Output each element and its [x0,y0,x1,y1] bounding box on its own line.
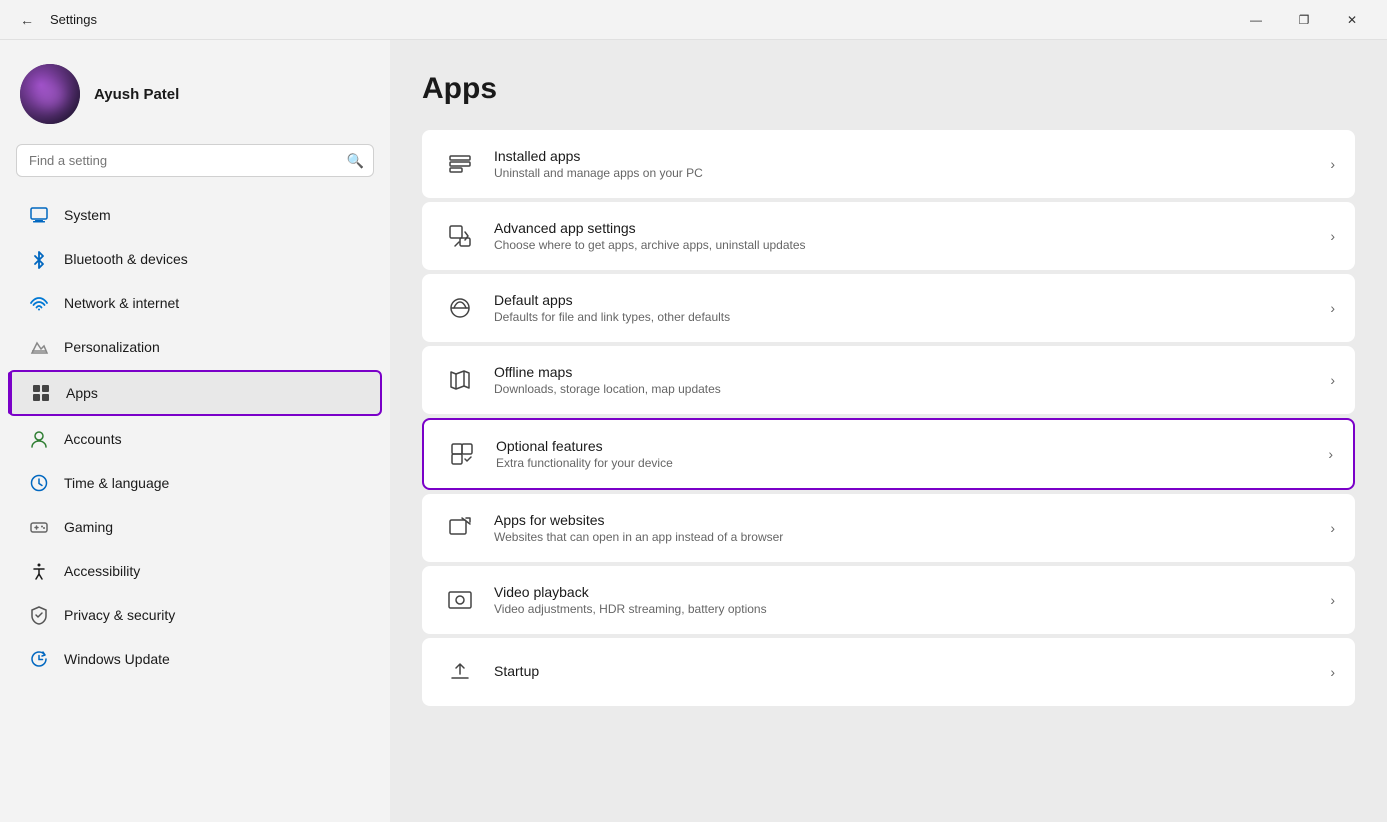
settings-item-apps-websites[interactable]: Apps for websites Websites that can open… [422,494,1355,562]
video-playback-icon [442,582,478,618]
titlebar: ← Settings — ❐ ✕ [0,0,1387,40]
startup-text: Startup [494,663,1314,681]
gaming-icon [28,516,50,538]
optional-features-title: Optional features [496,438,1312,454]
settings-item-advanced-app[interactable]: Advanced app settings Choose where to ge… [422,202,1355,270]
offline-maps-desc: Downloads, storage location, map updates [494,382,1314,396]
sidebar-item-accessibility[interactable]: Accessibility [8,550,382,592]
sidebar-item-gaming[interactable]: Gaming [8,506,382,548]
sidebar-item-privacy[interactable]: Privacy & security [8,594,382,636]
default-apps-icon [442,290,478,326]
advanced-app-desc: Choose where to get apps, archive apps, … [494,238,1314,252]
offline-maps-chevron: › [1330,372,1335,388]
apps-websites-chevron: › [1330,520,1335,536]
installed-apps-title: Installed apps [494,148,1314,164]
content-area: Apps Installed apps Uninstall and manage… [390,40,1387,822]
settings-item-default-apps[interactable]: Default apps Defaults for file and link … [422,274,1355,342]
video-playback-chevron: › [1330,592,1335,608]
apps-websites-icon [442,510,478,546]
personalization-icon [28,336,50,358]
titlebar-title: Settings [50,12,97,27]
search-input[interactable] [16,144,374,177]
default-apps-desc: Defaults for file and link types, other … [494,310,1314,324]
video-playback-text: Video playback Video adjustments, HDR st… [494,584,1314,616]
time-icon [28,472,50,494]
default-apps-chevron: › [1330,300,1335,316]
sidebar-item-personalization[interactable]: Personalization [8,326,382,368]
sidebar-item-system[interactable]: System [8,194,382,236]
privacy-icon [28,604,50,626]
sidebar-item-label-apps: Apps [66,385,98,401]
optional-features-chevron: › [1328,446,1333,462]
system-icon [28,204,50,226]
default-apps-title: Default apps [494,292,1314,308]
back-button[interactable]: ← [12,5,42,35]
advanced-app-icon [442,218,478,254]
profile-section: Ayush Patel [0,56,390,144]
sidebar-item-update[interactable]: Windows Update [8,638,382,680]
profile-name: Ayush Patel [94,86,179,103]
video-playback-desc: Video adjustments, HDR streaming, batter… [494,602,1314,616]
sidebar-item-label-update: Windows Update [64,651,170,667]
sidebar-item-bluetooth[interactable]: Bluetooth & devices [8,238,382,280]
optional-features-desc: Extra functionality for your device [496,456,1312,470]
main-layout: Ayush Patel 🔍 System [0,40,1387,822]
startup-title: Startup [494,663,1314,679]
update-icon [28,648,50,670]
offline-maps-title: Offline maps [494,364,1314,380]
settings-list: Installed apps Uninstall and manage apps… [422,130,1355,706]
apps-websites-text: Apps for websites Websites that can open… [494,512,1314,544]
sidebar-item-label-network: Network & internet [64,295,179,311]
apps-icon [30,382,52,404]
search-box: 🔍 [16,144,374,177]
window-controls: — ❐ ✕ [1233,4,1375,36]
settings-item-video-playback[interactable]: Video playback Video adjustments, HDR st… [422,566,1355,634]
settings-item-offline-maps[interactable]: Offline maps Downloads, storage location… [422,346,1355,414]
settings-item-installed-apps[interactable]: Installed apps Uninstall and manage apps… [422,130,1355,198]
bluetooth-icon [28,248,50,270]
optional-features-text: Optional features Extra functionality fo… [496,438,1312,470]
sidebar-item-accounts[interactable]: Accounts [8,418,382,460]
advanced-app-chevron: › [1330,228,1335,244]
sidebar-item-label-system: System [64,207,111,223]
network-icon [28,292,50,314]
sidebar-item-time[interactable]: Time & language [8,462,382,504]
sidebar-item-network[interactable]: Network & internet [8,282,382,324]
startup-icon [442,654,478,690]
installed-apps-desc: Uninstall and manage apps on your PC [494,166,1314,180]
minimize-button[interactable]: — [1233,4,1279,36]
optional-features-icon [444,436,480,472]
settings-item-startup[interactable]: Startup › [422,638,1355,706]
close-button[interactable]: ✕ [1329,4,1375,36]
offline-maps-icon [442,362,478,398]
sidebar: Ayush Patel 🔍 System [0,40,390,822]
installed-apps-text: Installed apps Uninstall and manage apps… [494,148,1314,180]
sidebar-item-label-personalization: Personalization [64,339,160,355]
maximize-button[interactable]: ❐ [1281,4,1327,36]
page-title: Apps [422,72,1355,106]
installed-apps-chevron: › [1330,156,1335,172]
accounts-icon [28,428,50,450]
video-playback-title: Video playback [494,584,1314,600]
search-icon: 🔍 [347,152,364,169]
sidebar-item-label-time: Time & language [64,475,169,491]
advanced-app-title: Advanced app settings [494,220,1314,236]
sidebar-item-label-accessibility: Accessibility [64,563,140,579]
sidebar-item-apps[interactable]: Apps [8,370,382,416]
advanced-app-text: Advanced app settings Choose where to ge… [494,220,1314,252]
accessibility-icon [28,560,50,582]
startup-chevron: › [1330,664,1335,680]
settings-item-optional-features[interactable]: Optional features Extra functionality fo… [422,418,1355,490]
sidebar-item-label-accounts: Accounts [64,431,122,447]
sidebar-item-label-gaming: Gaming [64,519,113,535]
installed-apps-icon [442,146,478,182]
apps-websites-title: Apps for websites [494,512,1314,528]
apps-websites-desc: Websites that can open in an app instead… [494,530,1314,544]
default-apps-text: Default apps Defaults for file and link … [494,292,1314,324]
avatar [20,64,80,124]
sidebar-item-label-privacy: Privacy & security [64,607,175,623]
sidebar-item-label-bluetooth: Bluetooth & devices [64,251,188,267]
offline-maps-text: Offline maps Downloads, storage location… [494,364,1314,396]
